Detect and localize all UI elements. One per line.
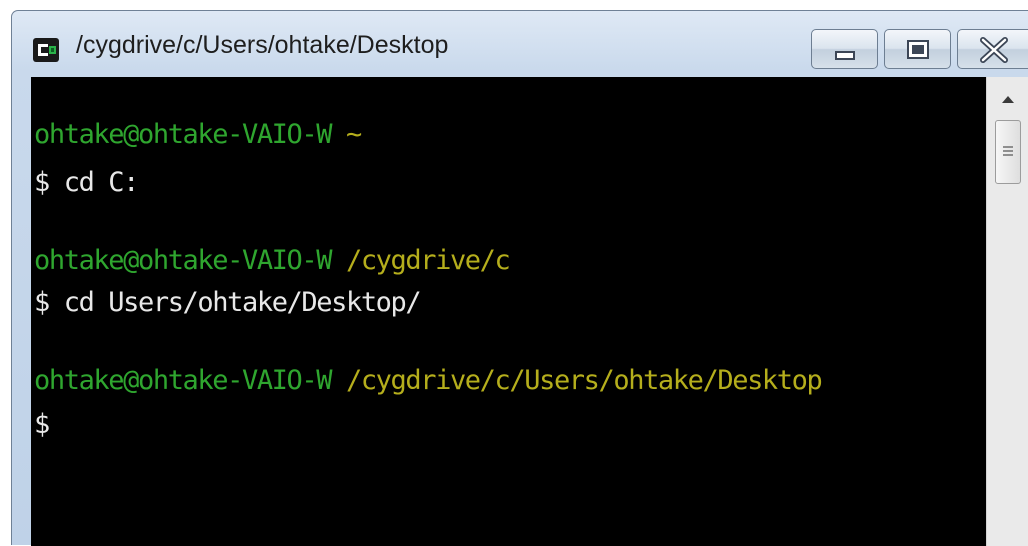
command-line: $ cd C: xyxy=(34,167,140,199)
arrow-up-icon xyxy=(1002,96,1014,103)
minimize-button[interactable] xyxy=(811,29,878,69)
maximize-icon xyxy=(907,40,929,59)
cygwin-icon xyxy=(33,38,59,62)
scroll-thumb[interactable] xyxy=(995,120,1021,184)
scroll-up-button[interactable] xyxy=(987,77,1028,117)
close-button[interactable] xyxy=(957,29,1028,69)
prompt-symbol: $ xyxy=(34,409,50,440)
prompt-symbol: $ xyxy=(34,167,50,198)
prompt-header-line: ohtake@ohtake-VAIO-W ~ xyxy=(34,119,362,151)
prompt-path: ~ xyxy=(345,119,362,150)
prompt-path: /cygdrive/c xyxy=(345,245,511,276)
prompt-user-host: ohtake@ohtake-VAIO-W xyxy=(34,365,333,396)
close-icon xyxy=(980,37,1008,63)
prompt-symbol: $ xyxy=(34,287,50,318)
prompt-header-line: ohtake@ohtake-VAIO-W /cygdrive/c xyxy=(34,245,511,277)
command-text: cd Users/ohtake/Desktop/ xyxy=(63,287,422,318)
terminal-output[interactable]: ohtake@ohtake-VAIO-W ~ $ cd C: ohtake@oh… xyxy=(31,77,986,546)
grip-icon xyxy=(1003,146,1013,156)
command-line: $ cd Users/ohtake/Desktop/ xyxy=(34,287,422,319)
maximize-button[interactable] xyxy=(884,29,951,69)
prompt-user-host: ohtake@ohtake-VAIO-W xyxy=(34,119,333,150)
command-line: $ xyxy=(34,409,64,441)
minimize-icon xyxy=(835,51,855,60)
prompt-user-host: ohtake@ohtake-VAIO-W xyxy=(34,245,333,276)
terminal-window: /cygdrive/c/Users/ohtake/Desktop ohtake@… xyxy=(11,10,1028,546)
command-text: cd C: xyxy=(63,167,140,198)
window-title: /cygdrive/c/Users/ohtake/Desktop xyxy=(76,31,449,59)
prompt-header-line: ohtake@ohtake-VAIO-W /cygdrive/c/Users/o… xyxy=(34,365,823,397)
title-bar[interactable]: /cygdrive/c/Users/ohtake/Desktop xyxy=(12,11,1028,77)
prompt-path: /cygdrive/c/Users/ohtake/Desktop xyxy=(345,365,823,396)
vertical-scrollbar[interactable] xyxy=(986,77,1028,546)
